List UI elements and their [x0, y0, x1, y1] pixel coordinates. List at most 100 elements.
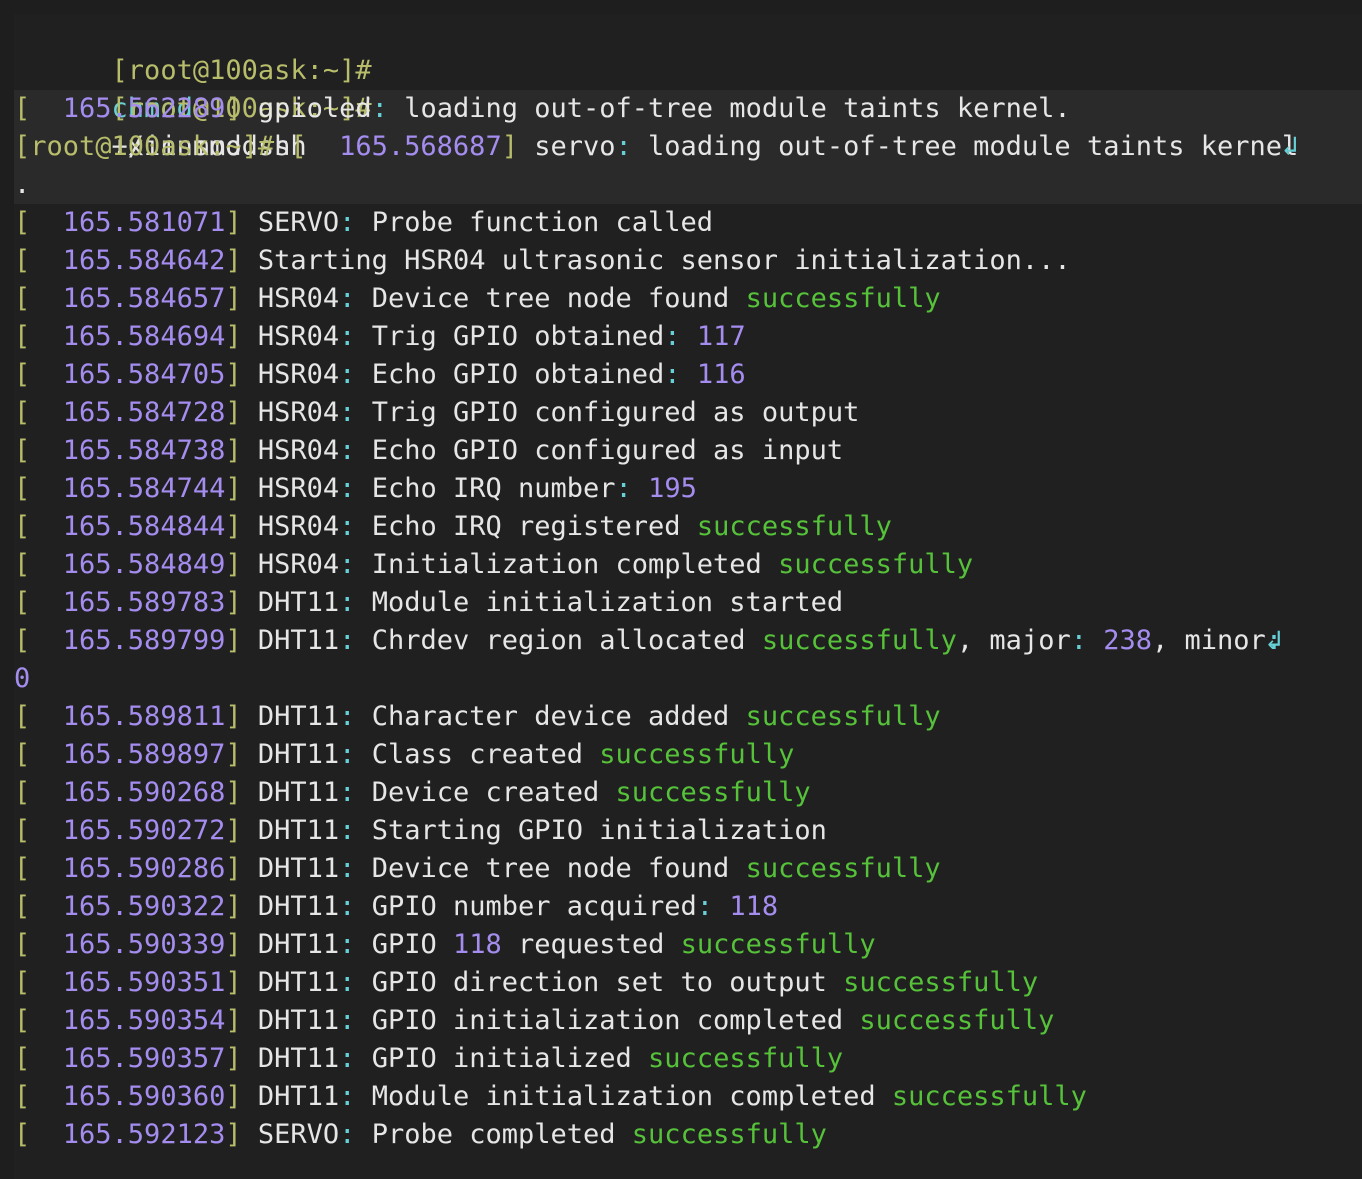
colon: :: [339, 359, 356, 390]
colon: :: [339, 435, 356, 466]
log-message: Echo IRQ registered: [371, 511, 681, 542]
log-source: DHT11: [257, 777, 340, 808]
bracket-open: [: [14, 701, 31, 732]
bracket-open: [: [14, 245, 31, 276]
success-word: successfully: [843, 967, 1039, 998]
timestamp: 165.590351: [62, 967, 226, 998]
bracket-close: ]: [225, 549, 242, 580]
colon: :: [339, 815, 356, 846]
colon: :: [339, 511, 356, 542]
success-word: successfully: [745, 701, 941, 732]
timestamp: 165.584694: [62, 321, 226, 352]
success-word: successfully: [648, 1043, 844, 1074]
bracket-close: ]: [225, 207, 242, 238]
timestamp: 165.589799: [62, 625, 226, 656]
bracket-open: [: [14, 777, 31, 808]
bracket-close: ]: [225, 473, 242, 504]
bracket-close: ]: [225, 929, 242, 960]
bracket-open: [: [14, 321, 31, 352]
log-message: Trig GPIO configured as output: [371, 397, 860, 428]
timestamp: 165.590360: [62, 1081, 226, 1112]
bracket-close: ]: [501, 131, 518, 162]
log-source: HSR04: [257, 359, 340, 390]
log-wrap-line: .: [14, 166, 30, 204]
log-number: 116: [696, 359, 746, 390]
colon: :: [664, 321, 681, 352]
bracket-open: [: [14, 207, 31, 238]
log-message: Starting GPIO initialization: [371, 815, 827, 846]
log-source: DHT11: [257, 739, 340, 770]
log-line: [ 165.590322] DHT11: GPIO number acquire…: [14, 888, 778, 926]
log-source: DHT11: [257, 701, 340, 732]
success-word: successfully: [778, 549, 974, 580]
terminal-window[interactable]: [root@100ask:~]# chmod +x insmod.sh [roo…: [0, 0, 1362, 1179]
colon: :: [339, 397, 356, 428]
log-message: Probe completed: [371, 1119, 616, 1150]
log-line: [ 165.584744] HSR04: Echo IRQ number: 19…: [14, 470, 697, 508]
log-number: 238: [1103, 625, 1153, 656]
line-wrap-icon: ↲: [1265, 625, 1283, 656]
log-source: DHT11: [257, 1081, 340, 1112]
colon: :: [339, 891, 356, 922]
log-extra: minor: [1184, 625, 1266, 656]
bracket-open: [: [14, 1081, 31, 1112]
bracket-open: [: [290, 131, 307, 162]
log-message: Device tree node found: [371, 853, 730, 884]
colon: :: [339, 207, 356, 238]
log-line: [ 165.589783] DHT11: Module initializati…: [14, 584, 843, 622]
colon: :: [696, 891, 714, 922]
log-message: Module initialization completed: [371, 1081, 876, 1112]
terminal-screen[interactable]: [root@100ask:~]# chmod +x insmod.sh [roo…: [14, 14, 1362, 1179]
colon: :: [339, 739, 356, 770]
log-line: [ 165.562289] gpioled: loading out-of-tr…: [14, 90, 1071, 128]
log-line: [ 165.590360] DHT11: Module initializati…: [14, 1078, 1087, 1116]
colon: :: [371, 93, 388, 124]
log-source: DHT11: [257, 891, 340, 922]
log-line: [ 165.590351] DHT11: GPIO direction set …: [14, 964, 1038, 1002]
log-source: HSR04: [257, 283, 340, 314]
log-message: Echo GPIO obtained: [371, 359, 665, 390]
bracket-close: ]: [225, 891, 242, 922]
success-word: successfully: [615, 777, 811, 808]
bracket-close: ]: [225, 853, 242, 884]
log-source: HSR04: [257, 435, 340, 466]
log-message: Character device added: [371, 701, 730, 732]
log-message: Starting HSR04 ultrasonic sensor initial…: [257, 245, 1071, 276]
timestamp: 165.590268: [62, 777, 226, 808]
log-source: HSR04: [257, 397, 340, 428]
log-line: [ 165.589897] DHT11: Class created succe…: [14, 736, 794, 774]
log-message: Module initialization started: [371, 587, 844, 618]
success-word: successfully: [761, 625, 957, 656]
log-source: gpioled: [257, 93, 372, 124]
log-line: [ 165.592123] SERVO: Probe completed suc…: [14, 1116, 827, 1154]
timestamp: 165.584844: [62, 511, 226, 542]
log-message: GPIO number acquired: [371, 891, 697, 922]
colon: :: [339, 321, 356, 352]
log-number: 118: [452, 929, 502, 960]
bracket-close: ]: [225, 815, 242, 846]
ctrl-c-line: ^C: [14, 1154, 144, 1179]
colon: :: [339, 283, 356, 314]
bracket-open: [: [14, 549, 31, 580]
log-source: HSR04: [257, 549, 340, 580]
bracket-close: ]: [225, 777, 242, 808]
bracket-open: [: [14, 891, 31, 922]
bracket-open: [: [14, 853, 31, 884]
log-line: [ 165.584642] Starting HSR04 ultrasonic …: [14, 242, 1071, 280]
success-word: successfully: [680, 929, 876, 960]
bracket-open: [: [14, 473, 31, 504]
log-message: Echo IRQ number: [371, 473, 616, 504]
bracket-open: [: [14, 511, 31, 542]
bracket-close: ]: [225, 245, 242, 276]
bracket-close: ]: [225, 701, 242, 732]
log-message: GPIO initialized: [371, 1043, 632, 1074]
bracket-open: [: [14, 1043, 31, 1074]
colon: :: [339, 701, 356, 732]
bracket-close: ]: [225, 397, 242, 428]
log-source: HSR04: [257, 321, 340, 352]
log-line: [ 165.584694] HSR04: Trig GPIO obtained:…: [14, 318, 746, 356]
log-source: DHT11: [257, 967, 340, 998]
colon: :: [339, 587, 356, 618]
colon: :: [339, 929, 356, 960]
timestamp: 165.590286: [62, 853, 226, 884]
